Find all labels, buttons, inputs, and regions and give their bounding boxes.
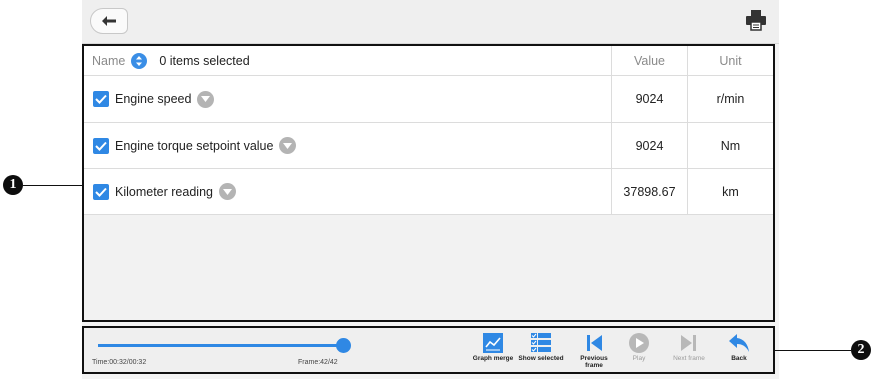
sort-toggle-button[interactable] (131, 52, 148, 69)
checkmark-icon (95, 141, 107, 151)
checkmark-icon (95, 187, 107, 197)
parameter-name: Kilometer reading (115, 184, 213, 199)
play-icon (629, 333, 649, 353)
row-checkbox[interactable] (93, 91, 109, 107)
next-frame-button[interactable]: Next frame (664, 331, 714, 373)
callout-1-leader-line (23, 185, 83, 186)
graph-merge-icon (483, 333, 503, 353)
name-cell: Kilometer reading (84, 169, 612, 214)
back-label: Back (731, 355, 747, 362)
name-header-label: Name (92, 53, 126, 68)
callout-2-badge: 2 (851, 340, 871, 360)
graph-merge-button[interactable]: Graph merge (468, 331, 518, 373)
unit-cell: Nm (720, 138, 741, 153)
play-button[interactable]: Play (614, 331, 664, 373)
skip-previous-icon (587, 335, 602, 351)
sort-arrows-icon (136, 55, 143, 66)
progress-slider-thumb[interactable] (336, 338, 351, 353)
name-column-header: Name 0 items selected (84, 46, 612, 75)
playback-toolbar: Time:00:32/00:32 Frame:42/42 Graph merge… (82, 326, 775, 374)
parameter-name: Engine speed (115, 92, 192, 106)
name-cell: Engine torque setpoint value (84, 123, 612, 168)
frame-readout: Frame:42/42 (298, 359, 338, 366)
unit-column-header: Unit (719, 53, 742, 68)
back-button[interactable] (90, 8, 128, 34)
parameter-dropdown-button[interactable] (279, 137, 297, 154)
value-column-header: Value (612, 46, 688, 75)
print-button[interactable] (745, 9, 767, 31)
show-selected-button[interactable]: Show selected (516, 331, 566, 373)
table-row[interactable]: Engine speed 9024 r/min (84, 76, 773, 123)
undo-arrow-icon (729, 334, 749, 352)
row-checkbox[interactable] (93, 183, 109, 200)
graph-merge-label: Graph merge (472, 355, 514, 362)
chevron-down-icon (283, 142, 293, 149)
previous-frame-label: Previous frame (580, 355, 608, 369)
skip-next-icon (681, 335, 696, 351)
top-bar (82, 0, 779, 44)
chevron-down-icon (222, 188, 232, 195)
value-cell: 37898.67 (612, 169, 688, 214)
table-row[interactable]: Kilometer reading 37898.67 km (84, 169, 773, 215)
parameter-dropdown-button[interactable] (197, 90, 215, 108)
back-arrow-icon (102, 16, 116, 26)
parameter-name: Engine torque setpoint value (115, 138, 274, 153)
back-playback-button[interactable]: Back (714, 331, 764, 373)
selected-count: 0 items selected (159, 53, 250, 68)
time-readout: Time:00:32/00:32 (92, 359, 147, 366)
chevron-down-icon (201, 96, 211, 102)
data-stream-panel: Name 0 items selected Value Unit Engine … (82, 44, 775, 322)
unit-cell: km (722, 184, 739, 199)
play-label: Play (632, 355, 646, 362)
previous-frame-button[interactable]: Previous frame (569, 331, 619, 373)
value-cell: 9024 (612, 76, 688, 122)
next-frame-label: Next frame (673, 355, 705, 362)
playback-progress-bar[interactable] (98, 344, 344, 347)
checkmark-icon (95, 94, 107, 104)
name-cell: Engine speed (84, 76, 612, 122)
printer-icon (746, 10, 766, 31)
callout-2-leader-line (775, 350, 851, 351)
row-checkbox[interactable] (93, 137, 109, 154)
show-selected-label: Show selected (518, 355, 564, 362)
table-header: Name 0 items selected Value Unit (84, 46, 773, 76)
unit-cell: r/min (716, 92, 745, 106)
table-row[interactable]: Engine torque setpoint value 9024 Nm (84, 123, 773, 169)
show-selected-icon (531, 333, 551, 352)
callout-1-badge: 1 (3, 175, 23, 195)
parameter-dropdown-button[interactable] (218, 183, 236, 200)
value-cell: 9024 (612, 123, 688, 168)
